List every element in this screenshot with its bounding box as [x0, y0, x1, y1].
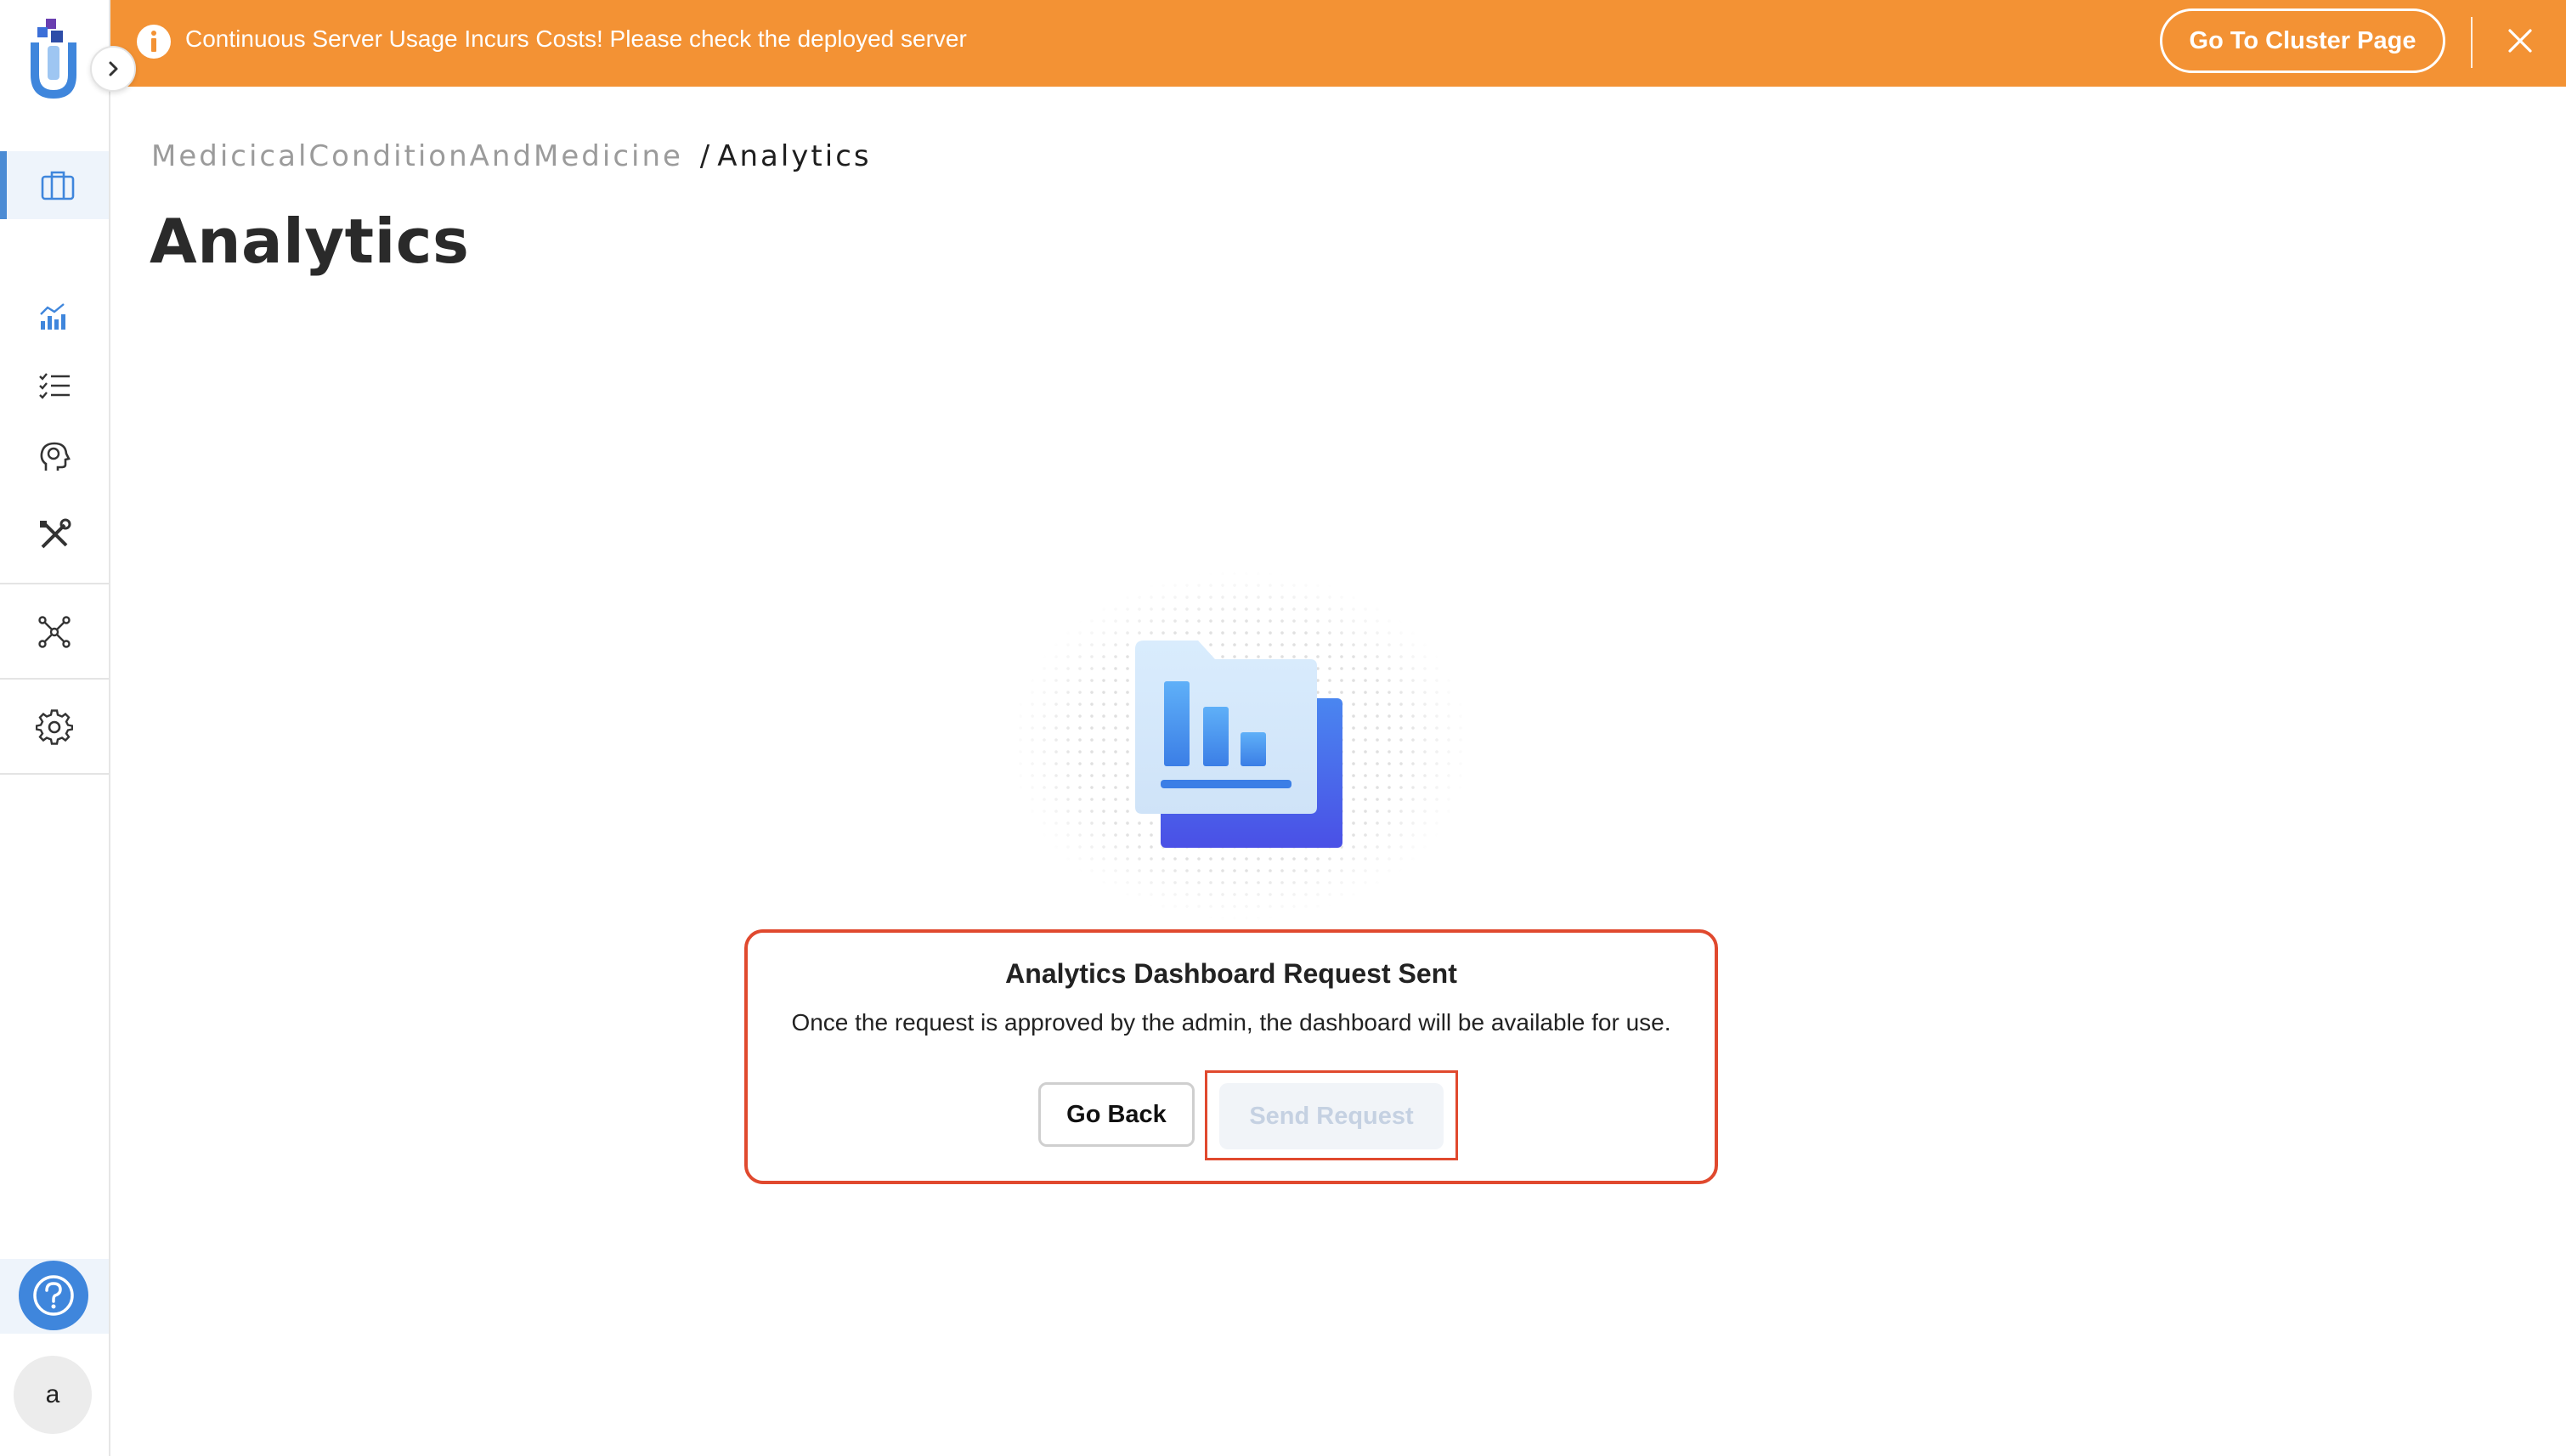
- banner-message: Continuous Server Usage Incurs Costs! Pl…: [185, 25, 967, 52]
- sidebar-divider: [0, 583, 109, 584]
- cost-warning-banner: Continuous Server Usage Incurs Costs! Pl…: [110, 0, 2566, 87]
- page-title: Analytics: [150, 206, 470, 277]
- help-icon: [33, 1275, 74, 1316]
- gear-icon: [36, 709, 73, 745]
- sidebar-item-tools[interactable]: [0, 501, 109, 569]
- go-back-button[interactable]: Go Back: [1038, 1082, 1195, 1147]
- sidebar-item-settings[interactable]: [0, 693, 109, 761]
- user-avatar[interactable]: a: [14, 1356, 92, 1434]
- app-logo[interactable]: [25, 19, 82, 107]
- send-request-button[interactable]: Send Request: [1219, 1083, 1444, 1149]
- close-icon[interactable]: [2503, 24, 2537, 58]
- analytics-folder-illustration: [1009, 570, 1472, 922]
- tools-icon: [40, 518, 71, 549]
- avatar-initial: a: [45, 1380, 60, 1408]
- card-title: Analytics Dashboard Request Sent: [1005, 958, 1457, 989]
- analytics-chart-icon: [40, 303, 65, 330]
- breadcrumb-root-link[interactable]: MedicicalConditionAndMedicine: [151, 139, 683, 173]
- sidebar-item-analytics[interactable]: [0, 282, 109, 350]
- sidebar: a: [0, 0, 110, 1456]
- sidebar-item-models[interactable]: [0, 423, 109, 491]
- sidebar-divider: [0, 678, 109, 680]
- briefcase-icon: [41, 171, 75, 200]
- sidebar-item-tasks[interactable]: [0, 352, 109, 420]
- sidebar-divider: [0, 773, 109, 775]
- network-nodes-icon: [38, 616, 71, 648]
- sidebar-item-network[interactable]: [0, 598, 109, 666]
- request-sent-card: Analytics Dashboard Request Sent Once th…: [744, 929, 1718, 1184]
- breadcrumb-separator: /: [699, 139, 713, 173]
- breadcrumb-current: Analytics: [717, 139, 872, 173]
- brain-head-icon: [40, 442, 71, 471]
- sidebar-item-projects[interactable]: [0, 151, 109, 219]
- breadcrumb: MedicicalConditionAndMedicine / Analytics: [151, 139, 872, 173]
- chevron-right-icon: [109, 61, 118, 76]
- send-request-highlight: Send Request: [1205, 1070, 1458, 1160]
- sidebar-expand-button[interactable]: [90, 46, 136, 92]
- go-to-cluster-button[interactable]: Go To Cluster Page: [2160, 8, 2445, 73]
- card-message: Once the request is approved by the admi…: [791, 1009, 1671, 1036]
- checklist-icon: [39, 373, 70, 399]
- help-button[interactable]: [19, 1261, 88, 1330]
- info-icon: [137, 25, 171, 59]
- banner-separator: [2471, 17, 2473, 68]
